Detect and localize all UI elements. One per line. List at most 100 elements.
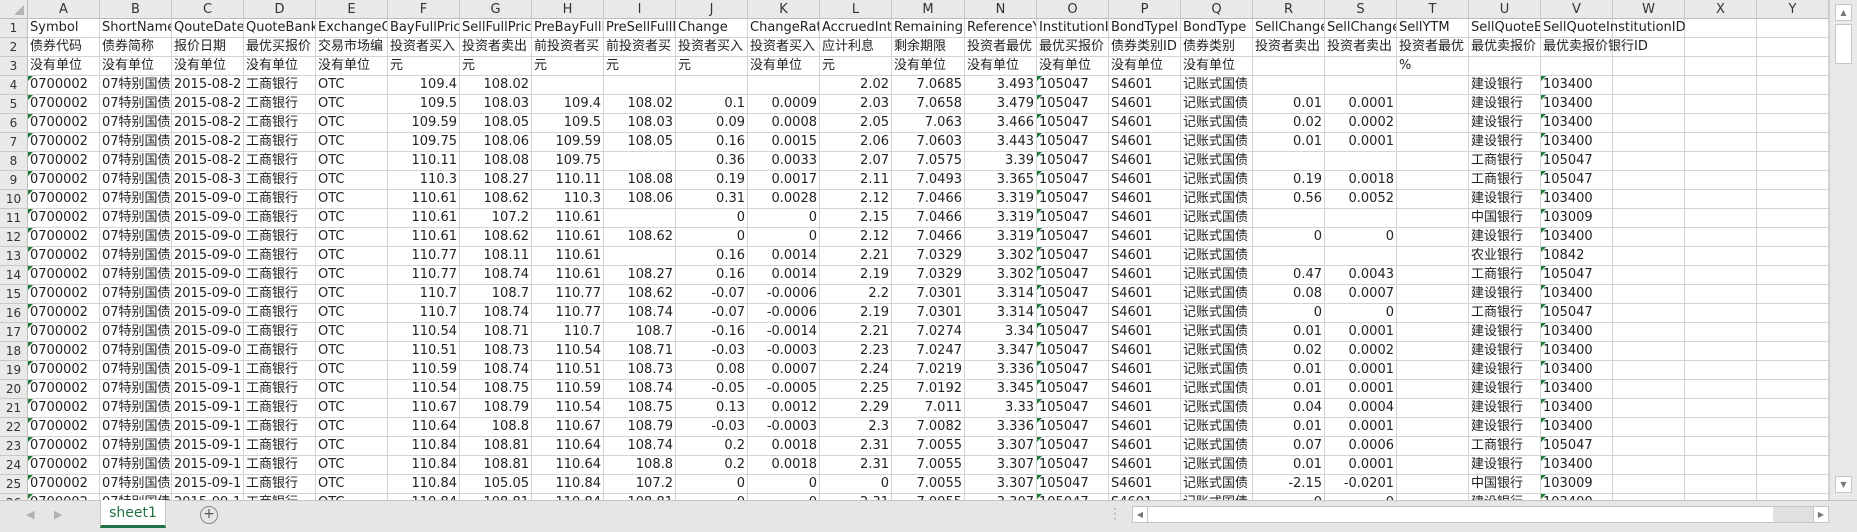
- data-cell[interactable]: 7.0055: [892, 456, 965, 475]
- empty-cell[interactable]: [1757, 57, 1829, 76]
- data-cell[interactable]: 2.24: [820, 361, 892, 380]
- vertical-scrollbar[interactable]: ▲ ▼: [1829, 0, 1857, 500]
- data-cell[interactable]: 建设银行: [1469, 361, 1541, 380]
- empty-cell[interactable]: [1613, 209, 1685, 228]
- empty-cell[interactable]: [1397, 342, 1469, 361]
- data-cell[interactable]: 07特别国债: [100, 456, 172, 475]
- empty-cell[interactable]: [1757, 209, 1829, 228]
- data-cell[interactable]: 3.319: [965, 190, 1037, 209]
- row-header[interactable]: 16: [0, 304, 28, 323]
- header-cell[interactable]: ShortName: [100, 19, 172, 38]
- header-cell[interactable]: 交易市场编: [316, 38, 388, 57]
- data-cell[interactable]: 0700002: [28, 114, 100, 133]
- data-cell[interactable]: 2015-09-0: [172, 247, 244, 266]
- data-cell[interactable]: S4601: [1109, 323, 1181, 342]
- row-header[interactable]: 9: [0, 171, 28, 190]
- empty-cell[interactable]: [1757, 171, 1829, 190]
- header-cell[interactable]: PreBayFullP: [532, 19, 604, 38]
- data-cell[interactable]: 07特别国债: [100, 475, 172, 494]
- data-cell[interactable]: 3.39: [965, 152, 1037, 171]
- data-cell[interactable]: 103400: [1541, 95, 1613, 114]
- data-cell[interactable]: 110.7: [388, 304, 460, 323]
- data-cell[interactable]: 108.62: [604, 228, 676, 247]
- data-cell[interactable]: 110.59: [532, 380, 604, 399]
- data-cell[interactable]: 108.11: [460, 247, 532, 266]
- data-cell[interactable]: 0.0001: [1325, 323, 1397, 342]
- data-cell[interactable]: 108.7: [604, 323, 676, 342]
- data-cell[interactable]: 7.0055: [892, 437, 965, 456]
- data-cell[interactable]: 工商银行: [244, 266, 316, 285]
- data-cell[interactable]: 108.79: [604, 418, 676, 437]
- empty-cell[interactable]: [1397, 228, 1469, 247]
- column-header-H[interactable]: H: [532, 0, 604, 19]
- data-cell[interactable]: 3.34: [965, 323, 1037, 342]
- data-cell[interactable]: 7.0466: [892, 209, 965, 228]
- empty-cell[interactable]: [1613, 418, 1685, 437]
- row-header[interactable]: 8: [0, 152, 28, 171]
- data-cell[interactable]: -0.0014: [748, 323, 820, 342]
- data-cell[interactable]: 0.07: [1253, 437, 1325, 456]
- data-cell[interactable]: 108.74: [604, 380, 676, 399]
- empty-cell[interactable]: [1397, 456, 1469, 475]
- data-cell[interactable]: OTC: [316, 247, 388, 266]
- header-cell[interactable]: ExchangeC: [316, 19, 388, 38]
- data-cell[interactable]: 108.8: [604, 456, 676, 475]
- empty-cell[interactable]: [1685, 456, 1757, 475]
- empty-cell[interactable]: [1685, 228, 1757, 247]
- data-cell[interactable]: 105047: [1037, 285, 1109, 304]
- data-cell[interactable]: OTC: [316, 76, 388, 95]
- header-cell[interactable]: 投资者最优: [965, 38, 1037, 57]
- data-cell[interactable]: OTC: [316, 323, 388, 342]
- data-cell[interactable]: 0.01: [1253, 323, 1325, 342]
- data-cell[interactable]: 110.3: [388, 171, 460, 190]
- empty-cell[interactable]: [1613, 95, 1685, 114]
- data-cell[interactable]: 0700002: [28, 456, 100, 475]
- data-cell[interactable]: 105047: [1037, 437, 1109, 456]
- empty-cell[interactable]: [1685, 19, 1757, 38]
- header-cell[interactable]: 前投资者买: [604, 38, 676, 57]
- column-header-T[interactable]: T: [1397, 0, 1469, 19]
- empty-cell[interactable]: [532, 76, 604, 95]
- empty-cell[interactable]: [1253, 76, 1325, 95]
- data-cell[interactable]: 0: [1325, 228, 1397, 247]
- data-cell[interactable]: 108.06: [604, 190, 676, 209]
- empty-cell[interactable]: [1685, 304, 1757, 323]
- data-cell[interactable]: -0.16: [676, 323, 748, 342]
- data-cell[interactable]: 108.08: [460, 152, 532, 171]
- data-cell[interactable]: 工商银行: [1469, 266, 1541, 285]
- column-header-W[interactable]: W: [1613, 0, 1685, 19]
- data-cell[interactable]: 3.466: [965, 114, 1037, 133]
- empty-cell[interactable]: [604, 152, 676, 171]
- data-cell[interactable]: 0700002: [28, 418, 100, 437]
- data-cell[interactable]: 3.314: [965, 285, 1037, 304]
- data-cell[interactable]: 2.23: [820, 342, 892, 361]
- header-cell[interactable]: 债券类别ID: [1109, 38, 1181, 57]
- data-cell[interactable]: 7.0329: [892, 247, 965, 266]
- data-cell[interactable]: 110.7: [532, 323, 604, 342]
- data-cell[interactable]: 110.7: [388, 285, 460, 304]
- data-cell[interactable]: 0.2: [676, 456, 748, 475]
- data-cell[interactable]: 0.0008: [748, 114, 820, 133]
- data-cell[interactable]: 07特别国债: [100, 380, 172, 399]
- scroll-left-icon[interactable]: ◀: [1133, 507, 1148, 522]
- data-cell[interactable]: 108.27: [460, 171, 532, 190]
- column-header-Y[interactable]: Y: [1757, 0, 1829, 19]
- header-cell[interactable]: 元: [676, 57, 748, 76]
- data-cell[interactable]: 3.479: [965, 95, 1037, 114]
- data-cell[interactable]: 109.5: [532, 114, 604, 133]
- data-cell[interactable]: 0700002: [28, 399, 100, 418]
- data-cell[interactable]: OTC: [316, 399, 388, 418]
- empty-cell[interactable]: [1397, 190, 1469, 209]
- empty-cell[interactable]: [1613, 114, 1685, 133]
- column-header-J[interactable]: J: [676, 0, 748, 19]
- data-cell[interactable]: 107.2: [460, 209, 532, 228]
- data-cell[interactable]: 3.307: [965, 475, 1037, 494]
- header-cell[interactable]: 投资者卖出: [1253, 38, 1325, 57]
- data-cell[interactable]: 建设银行: [1469, 228, 1541, 247]
- data-cell[interactable]: 105047: [1541, 304, 1613, 323]
- header-cell[interactable]: 应计利息: [820, 38, 892, 57]
- data-cell[interactable]: 108.73: [604, 361, 676, 380]
- column-header-B[interactable]: B: [100, 0, 172, 19]
- data-cell[interactable]: 2015-09-1: [172, 456, 244, 475]
- data-cell[interactable]: 105047: [1037, 342, 1109, 361]
